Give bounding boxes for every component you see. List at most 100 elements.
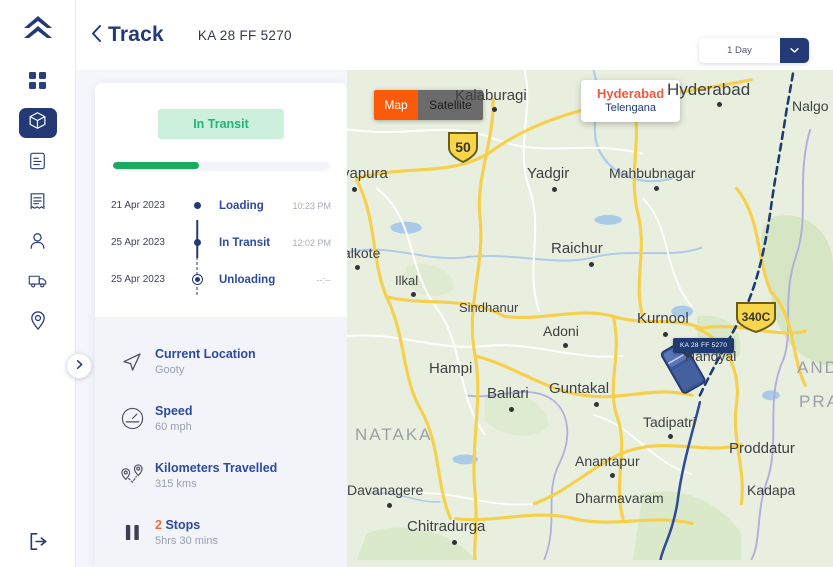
timeline-date: 21 Apr 2023 <box>111 200 165 211</box>
info-row-stops: 2 Stops 5hrs 30 mins <box>95 504 347 561</box>
navigation-arrow-icon <box>109 349 155 375</box>
timeline-date: 25 Apr 2023 <box>111 237 165 248</box>
timeline-marker <box>183 202 211 258</box>
sidebar-item-shipments[interactable] <box>18 108 57 138</box>
map-city-dot <box>594 402 599 407</box>
status-area: In Transit <box>95 83 347 169</box>
info-value: Gooty <box>155 364 185 376</box>
map-city-label: Hampi <box>429 360 473 377</box>
logout-button[interactable] <box>0 531 76 557</box>
page-title: Track <box>108 23 164 46</box>
map-city-dot <box>552 187 557 192</box>
map-city-label: Kadapa <box>747 482 796 498</box>
content-area: In Transit 21 Apr 2023 Loading 10:23 PM <box>76 70 833 567</box>
map-city-label: Tadipatri <box>643 414 696 430</box>
info-value: 315 kms <box>155 478 197 490</box>
map-city-dot <box>668 434 673 439</box>
date-range-value: 1 Day <box>727 45 752 56</box>
info-title: Speed <box>155 404 193 418</box>
info-title: Current Location <box>155 347 256 361</box>
map-city-dot <box>563 343 568 348</box>
sidebar-item-dashboard[interactable] <box>19 68 57 98</box>
status-badge: In Transit <box>158 109 284 139</box>
map-region-label: PRA <box>799 392 833 411</box>
chevron-down-icon[interactable] <box>780 38 809 63</box>
location-pin-icon <box>30 311 46 335</box>
map-city-label: Kalaburagi <box>455 87 527 104</box>
logout-icon <box>28 531 49 557</box>
info-text: 2 Stops 5hrs 30 mins <box>155 518 333 547</box>
info-row-current-location: Current Location Gooty <box>95 333 347 390</box>
map-city-label: Mahbubnagar <box>609 165 696 181</box>
back-button[interactable]: Track <box>90 23 164 47</box>
map-city-label: Nandyal <box>685 348 737 364</box>
map-city-dot <box>492 107 497 112</box>
map-city-dot <box>663 332 668 337</box>
map-city-label: Proddatur <box>729 440 795 457</box>
highway-shield-icon: 50 <box>447 130 479 164</box>
info-value: 60 mph <box>155 421 192 433</box>
chevron-left-icon <box>90 24 103 47</box>
map-region-label: NATAKA <box>355 425 433 444</box>
sidebar-item-customers[interactable] <box>19 228 57 258</box>
timeline-label: Unloading <box>219 273 276 286</box>
sidebar-item-locations[interactable] <box>19 308 57 338</box>
map-city-dot <box>411 292 416 297</box>
map-city-label: Ilkal <box>395 273 419 288</box>
map-city-dot <box>355 265 360 270</box>
grid-dashboard-icon <box>29 72 46 94</box>
timeline-marker <box>183 239 211 295</box>
highway-shield-icon: 340C <box>735 300 777 334</box>
document-icon <box>29 152 46 175</box>
timeline-label: In Transit <box>219 236 271 249</box>
map-city-dot <box>654 186 659 191</box>
map-city-label: Ballari <box>487 385 529 402</box>
map-toggle-map[interactable]: Map <box>374 90 418 120</box>
timeline-item[interactable]: 25 Apr 2023 In Transit 12:02 PM <box>111 224 331 295</box>
sidebar-item-documents[interactable] <box>19 148 57 178</box>
truck-icon <box>28 273 47 294</box>
app-logo[interactable] <box>16 6 60 50</box>
map-city-dot <box>717 102 722 107</box>
date-range-select[interactable]: 1 Day <box>699 38 809 63</box>
map-city-label: Hyderabad <box>667 80 751 99</box>
map-city-dot <box>610 473 615 478</box>
info-text: Kilometers Travelled 315 kms <box>155 461 333 490</box>
progress-bar <box>113 162 329 169</box>
timeline-time: 12:02 PM <box>292 237 331 248</box>
map-canvas[interactable]: Map Satellite Hyderabad Telengana KA 28 … <box>347 70 833 567</box>
track-panel: In Transit 21 Apr 2023 Loading 10:23 PM <box>95 83 347 567</box>
map-city-dot <box>509 407 514 412</box>
stops-count: 2 <box>155 518 162 532</box>
timeline-date: 25 Apr 2023 <box>111 274 165 285</box>
timeline-marker <box>183 274 211 285</box>
map-city-dot <box>589 262 594 267</box>
sidebar-item-invoices[interactable] <box>19 188 57 218</box>
sidebar-collapse-toggle[interactable] <box>66 353 92 379</box>
map-city-label: Chitradurga <box>407 518 486 535</box>
map-city-label: Anantapur <box>575 453 640 469</box>
map-city-label: Davanagere <box>347 482 424 498</box>
timeline-item[interactable]: 25 Apr 2023 Unloading --:-- <box>111 261 331 298</box>
timeline-item[interactable]: 21 Apr 2023 Loading 10:23 PM <box>111 187 331 258</box>
topbar: Track KA 28 FF 5270 1 Day <box>76 0 833 70</box>
map-city-label: Raichur <box>551 240 603 257</box>
app-root: Track KA 28 FF 5270 1 Day In Transit 21 … <box>0 0 833 567</box>
map-city-dot <box>352 187 357 192</box>
info-title: 2 Stops <box>155 518 333 532</box>
sidebar <box>0 0 76 567</box>
pause-icon <box>109 523 155 542</box>
tooltip-city: Hyderabad <box>597 86 665 101</box>
map-region-label: AND <box>797 358 833 377</box>
map-city-dot <box>452 540 457 545</box>
info-text: Current Location Gooty <box>155 347 333 376</box>
map-city-dot <box>387 503 392 508</box>
map-city-label: vapura <box>347 165 388 182</box>
stops-label: Stops <box>165 518 201 532</box>
map-city-label: Sindhanur <box>459 300 519 315</box>
sidebar-item-fleet[interactable] <box>19 268 57 298</box>
map-city-label: Guntakal <box>549 380 610 397</box>
map-city-label: Dharmavaram <box>575 490 664 506</box>
info-title: Kilometers Travelled <box>155 461 278 475</box>
speedometer-icon <box>109 406 155 431</box>
